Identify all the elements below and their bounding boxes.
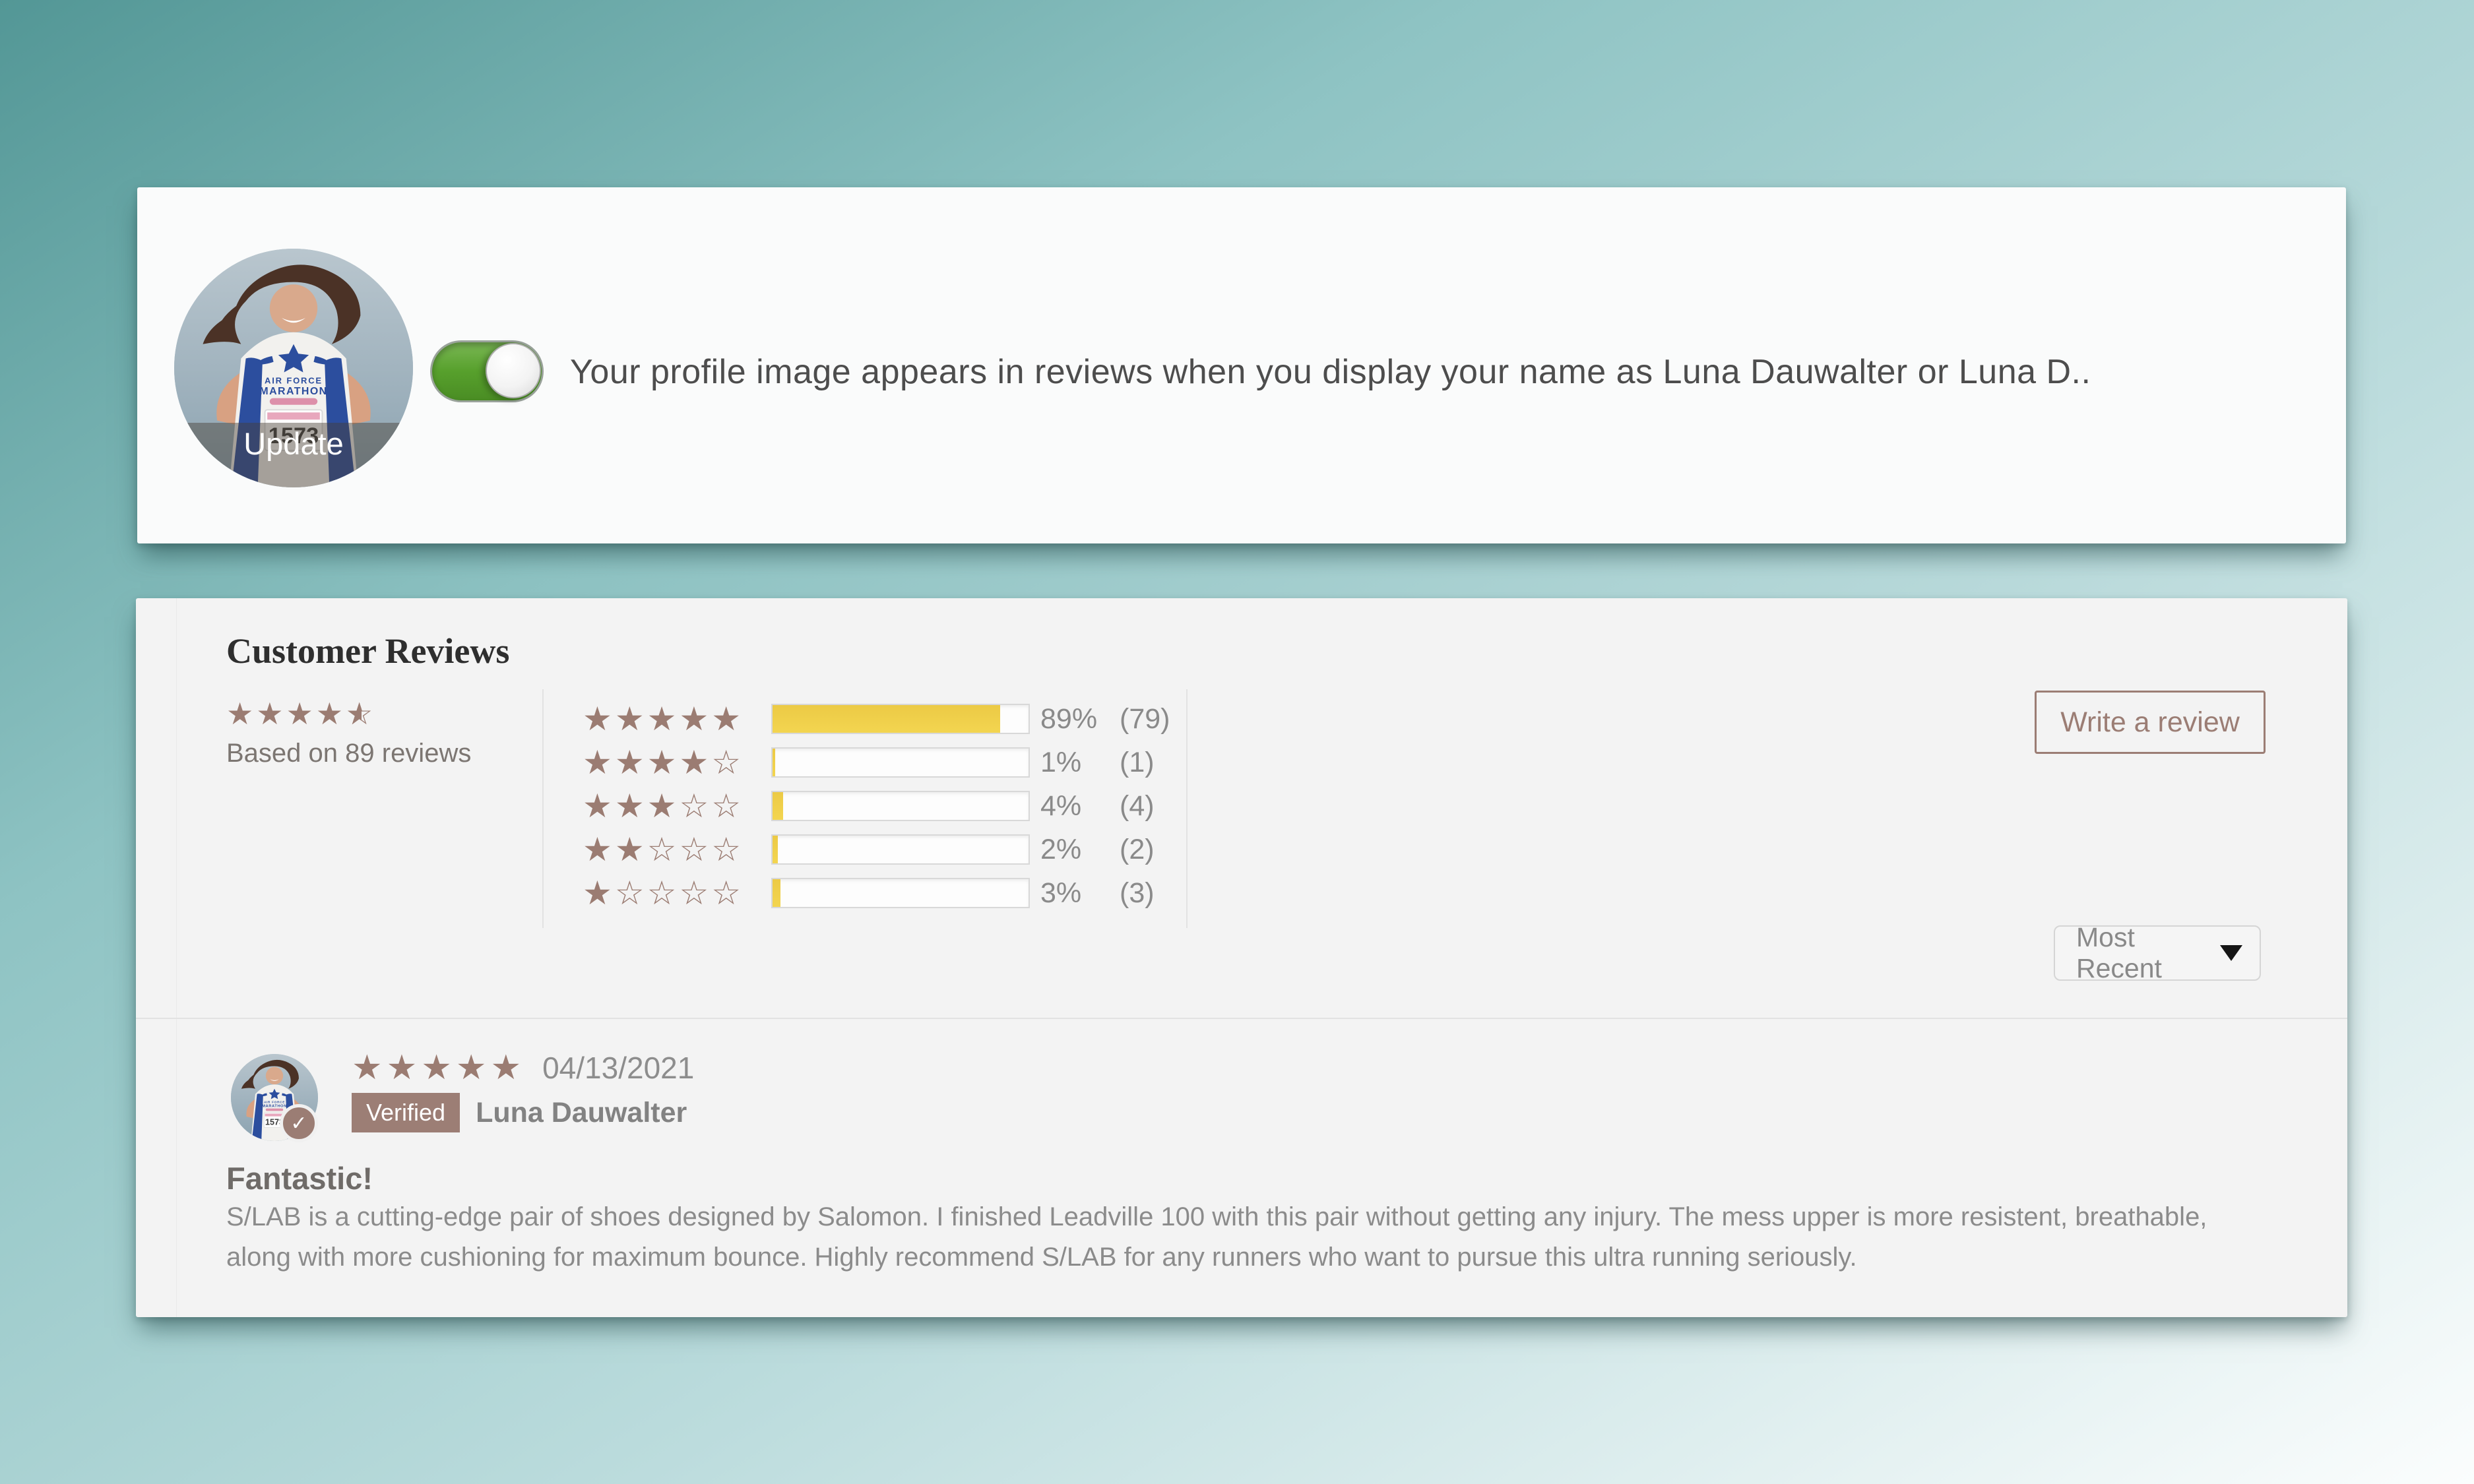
review-body: S/LAB is a cutting-edge pair of shoes de…	[226, 1197, 2278, 1278]
review-count-caption: Based on 89 reviews	[226, 739, 536, 768]
count-label: (2)	[1120, 834, 1155, 866]
histogram-bar-fill	[773, 705, 1000, 733]
half-star-icon: ☆★	[346, 696, 375, 731]
histogram-bar	[771, 704, 1030, 734]
sort-dropdown-value: Most Recent	[2076, 922, 2220, 984]
customer-reviews-card: Customer Reviews ★★★★☆★ Based on 89 revi…	[136, 598, 2347, 1317]
histogram-bar-fill	[773, 879, 780, 907]
reviewer-avatar: ✓	[231, 1054, 318, 1141]
histogram-bar	[771, 878, 1030, 908]
avatar-update-overlay[interactable]: Update	[174, 423, 413, 487]
profile-avatar[interactable]: AIR FORCE MARATHON 1573 Update	[174, 249, 413, 487]
two-star-icons: ★★☆☆☆	[583, 833, 771, 866]
verified-badge: Verified	[352, 1093, 460, 1132]
profile-image-toggle[interactable]	[430, 340, 544, 402]
percent-label: 1%	[1040, 747, 1120, 779]
count-label: (79)	[1120, 703, 1170, 735]
histogram-bar-fill	[773, 749, 775, 776]
average-star-rating: ★★★★☆★	[226, 696, 536, 731]
count-label: (3)	[1120, 877, 1155, 910]
average-rating-summary: ★★★★☆★ Based on 89 reviews	[226, 696, 536, 768]
four-star-icons: ★★★★☆	[583, 746, 771, 779]
profile-banner-card: AIR FORCE MARATHON 1573 Update Your pr	[137, 187, 2346, 543]
histogram-bar	[771, 747, 1030, 778]
count-label: (1)	[1120, 747, 1155, 779]
write-review-button[interactable]: Write a review	[2035, 691, 2266, 754]
review-star-rating: ★★★★★	[352, 1049, 525, 1086]
histogram-bar-fill	[773, 836, 778, 863]
percent-label: 3%	[1040, 877, 1120, 910]
histogram-bar	[771, 791, 1030, 821]
review-date: 04/13/2021	[542, 1050, 694, 1086]
count-label: (4)	[1120, 790, 1155, 822]
sort-dropdown[interactable]: Most Recent	[2054, 925, 2261, 981]
star-icon: ★	[256, 696, 286, 731]
histogram-bar	[771, 834, 1030, 865]
avatar-update-label: Update	[243, 423, 344, 487]
chevron-down-icon	[2220, 945, 2242, 961]
card-left-gutter-line	[176, 598, 177, 1317]
section-divider	[136, 1018, 2347, 1019]
histogram-bar-fill	[773, 792, 783, 820]
customer-reviews-title: Customer Reviews	[226, 631, 509, 671]
percent-label: 2%	[1040, 834, 1120, 866]
review-header: ★★★★★ 04/13/2021 Verified Luna Dauwalter	[352, 1049, 694, 1132]
star-icon: ★	[226, 696, 256, 731]
profile-banner-message: Your profile image appears in reviews wh…	[570, 352, 2091, 392]
reviewer-name: Luna Dauwalter	[476, 1097, 687, 1129]
histogram-row-4-stars: ★★★★☆ 1% (1)	[583, 746, 1186, 779]
percent-label: 89%	[1040, 703, 1120, 735]
toggle-knob[interactable]	[486, 343, 541, 398]
histogram-row-5-stars: ★★★★★ 89% (79)	[583, 702, 1186, 735]
rating-histogram: ★★★★★ 89% (79) ★★★★☆ 1% (1) ★★★☆☆ 4% (4)…	[542, 689, 1188, 928]
verified-check-icon: ✓	[280, 1104, 318, 1142]
three-star-icons: ★★★☆☆	[583, 789, 771, 822]
star-icon: ★	[286, 696, 316, 731]
five-star-icons: ★★★★★	[583, 702, 771, 735]
histogram-row-1-star: ★☆☆☆☆ 3% (3)	[583, 877, 1186, 910]
star-icon: ★	[316, 696, 346, 731]
page-background: AIR FORCE MARATHON 1573 Update Your pr	[0, 0, 2474, 1484]
one-star-icons: ★☆☆☆☆	[583, 877, 771, 910]
percent-label: 4%	[1040, 790, 1120, 822]
histogram-row-3-stars: ★★★☆☆ 4% (4)	[583, 789, 1186, 822]
histogram-row-2-stars: ★★☆☆☆ 2% (2)	[583, 833, 1186, 866]
review-title: Fantastic!	[226, 1160, 373, 1196]
